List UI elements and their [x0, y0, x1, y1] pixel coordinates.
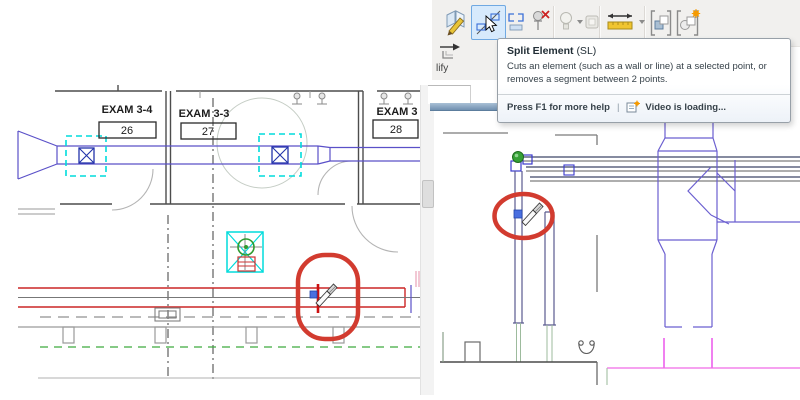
tooltip-footer: Press F1 for more help | Video is loadin… [498, 93, 790, 122]
svg-text:27: 27 [202, 126, 214, 138]
riser-pipe-1[interactable] [510, 151, 533, 363]
floor-line [440, 332, 608, 385]
valve-dot [512, 151, 524, 163]
tooltip: Split Element (SL) Cuts an element (such… [497, 38, 791, 123]
plan-view-scrollbar[interactable] [420, 85, 434, 395]
supply-duct[interactable] [17, 130, 430, 180]
unpin-icon[interactable] [529, 8, 551, 41]
snap-point-marker [513, 209, 523, 219]
cube-icon[interactable] [584, 12, 600, 37]
air-diffuser-selected-1[interactable] [65, 135, 107, 177]
toolbar-separator [553, 6, 554, 40]
tooltip-description: Cuts an element (such as a wall or line)… [507, 61, 767, 86]
door-arcs [111, 160, 399, 253]
dropdown-caret-icon[interactable] [577, 20, 583, 24]
split-tool-cursor [521, 202, 544, 227]
horizontal-duct-bundle[interactable] [520, 156, 800, 182]
svg-text:EXAM 3-4: EXAM 3-4 [102, 104, 154, 116]
p-trap-symbol [578, 340, 595, 355]
svg-text:28: 28 [390, 124, 402, 136]
panel-corner-box [428, 85, 471, 104]
split-face-icon[interactable] [444, 7, 470, 42]
markup-circle-section [492, 191, 555, 241]
grid-lines [167, 98, 214, 380]
snap-point-marker [309, 290, 318, 299]
split-with-gap-icon[interactable] [507, 11, 525, 38]
video-loading-icon [626, 100, 641, 116]
scrollbar-thumb[interactable] [422, 180, 434, 208]
structure-line [18, 326, 432, 344]
magenta-piping[interactable] [607, 338, 800, 369]
air-diffuser-selected-2[interactable] [258, 133, 302, 177]
air-terminal-with-damper[interactable] [226, 231, 264, 273]
room-tag-28[interactable]: EXAM 3 28 [372, 106, 419, 139]
tooltip-video-status: Video is loading... [645, 102, 727, 114]
tooltip-help-text: Press F1 for more help [507, 102, 610, 114]
svg-text:26: 26 [121, 125, 133, 137]
panel-label-partial: lify [436, 63, 449, 74]
measure-icon[interactable] [604, 10, 636, 41]
equipment-clearance-circle [216, 97, 308, 189]
section-view[interactable] [440, 110, 800, 400]
dropdown-caret-icon[interactable] [639, 20, 645, 24]
room-tag-26[interactable]: EXAM 3-4 26 [98, 104, 157, 139]
room-tag-27[interactable]: EXAM 3-3 27 [179, 108, 237, 140]
vertical-duct-wye[interactable] [657, 112, 800, 328]
svg-text:EXAM 3: EXAM 3 [377, 106, 418, 118]
split-element-button[interactable] [471, 5, 506, 40]
lightbulb-icon[interactable] [558, 10, 574, 39]
tooltip-title: Split Element (SL) [507, 45, 597, 57]
svg-text:EXAM 3-3: EXAM 3-3 [179, 108, 230, 120]
riser-pipe-2[interactable] [543, 211, 556, 362]
revit-split-element-screenshot: EXAM 3-4 26 EXAM 3-3 27 EXAM 3 28 lify S… [0, 0, 800, 400]
tooltip-divider: | [616, 102, 620, 114]
floor-plan-view[interactable]: EXAM 3-4 26 EXAM 3-3 27 EXAM 3 28 [0, 85, 435, 395]
